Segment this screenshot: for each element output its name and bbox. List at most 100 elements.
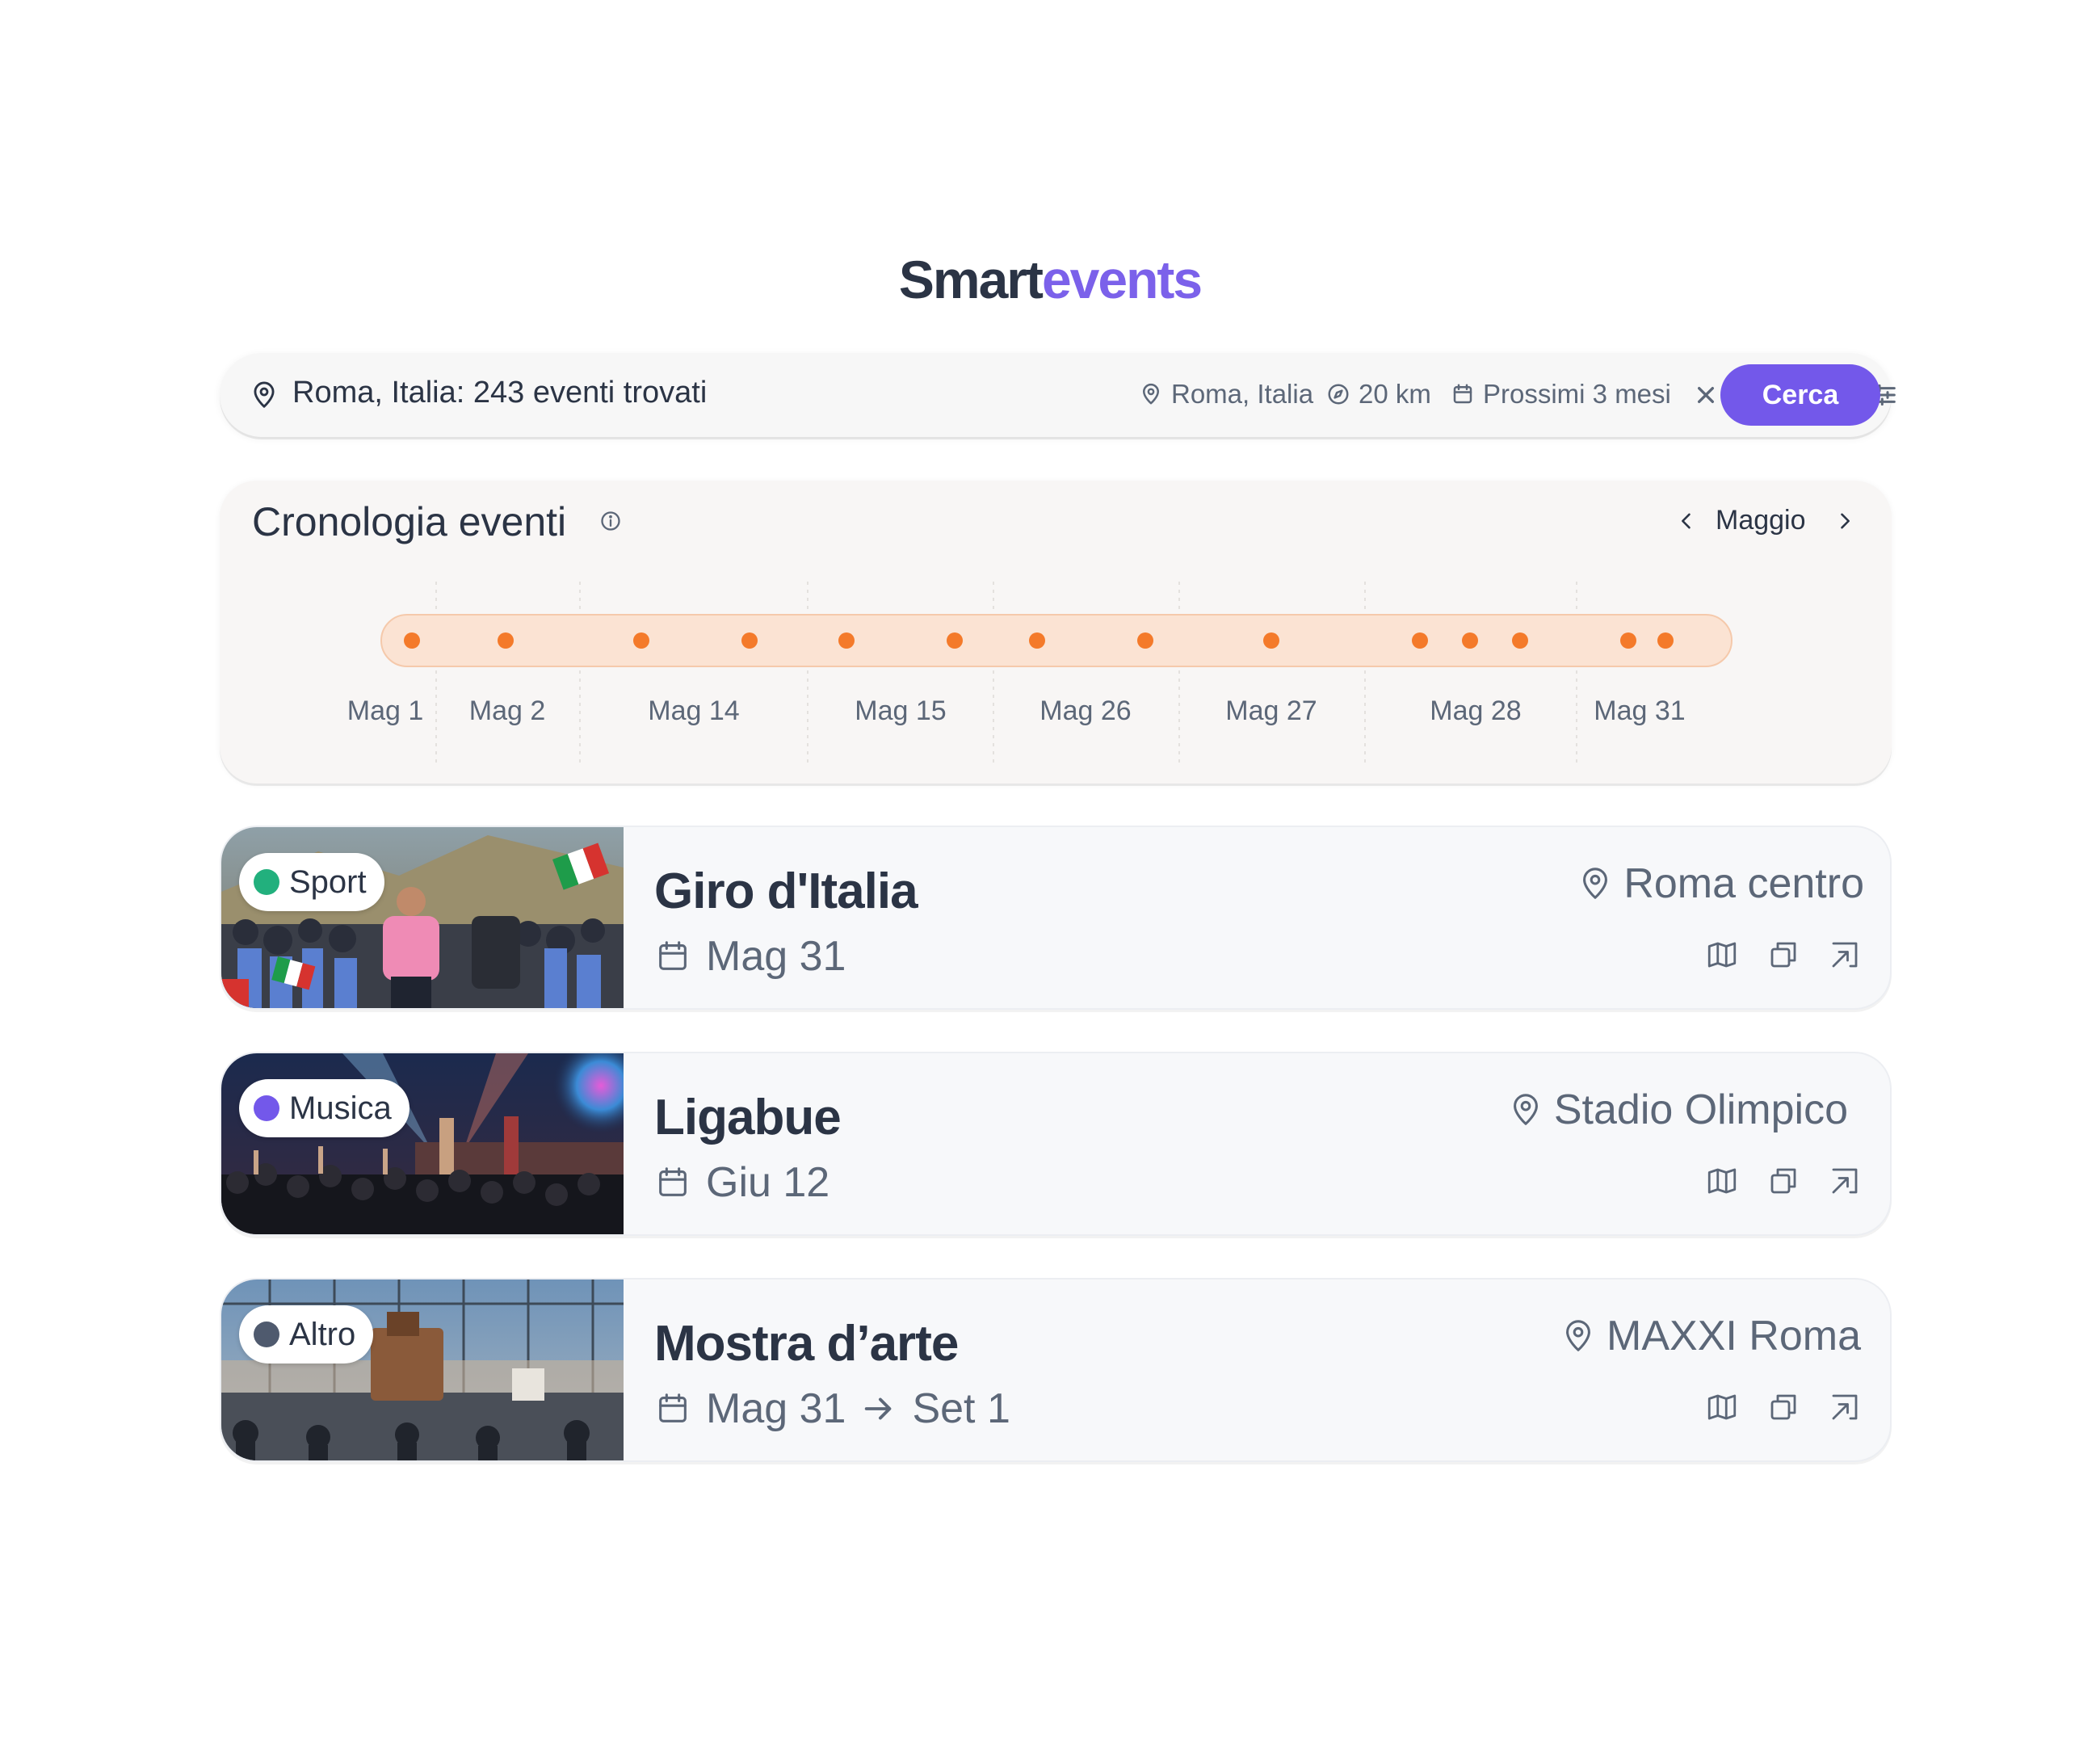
event-date: Mag 31 Set 1 xyxy=(654,1385,1010,1433)
timeline-event-dot[interactable] xyxy=(838,632,855,649)
open-external-icon xyxy=(1832,1394,1858,1420)
event-end-date-label: Set 1 xyxy=(912,1385,1010,1432)
category-badge: Altro xyxy=(239,1305,374,1364)
copy-icon xyxy=(1770,1394,1796,1420)
event-date-label: Giu 12 xyxy=(706,1159,830,1206)
timeline-date-label: Mag 1 xyxy=(347,695,424,726)
event-date: Giu 12 xyxy=(654,1158,830,1207)
event-title[interactable]: Ligabue xyxy=(654,1089,842,1146)
filter-period-chip[interactable]: Prossimi 3 mesi xyxy=(1451,379,1671,410)
event-card[interactable]: Musica Ligabue Giu 12 Stadio Olimpico xyxy=(220,1052,1892,1236)
event-date: Mag 31 xyxy=(654,932,846,981)
timeline-event-dot[interactable] xyxy=(1657,632,1674,649)
timeline-event-dot[interactable] xyxy=(1412,632,1428,649)
map-icon xyxy=(1707,1168,1737,1194)
location-pin-icon xyxy=(254,381,275,408)
timeline-title: Cronologia eventi xyxy=(252,499,567,544)
timeline-event-dot[interactable] xyxy=(741,632,758,649)
category-label: Sport xyxy=(289,863,367,900)
show-on-map-button[interactable] xyxy=(1704,1163,1740,1199)
timeline-event-dot[interactable] xyxy=(404,632,420,649)
timeline-date-label: Mag 31 xyxy=(1594,695,1685,726)
copy-icon xyxy=(1770,1168,1796,1194)
previous-month-button[interactable] xyxy=(1670,505,1703,537)
event-location-label: MAXXI Roma xyxy=(1606,1313,1861,1359)
category-badge: Musica xyxy=(239,1079,410,1137)
search-result-summary: Roma, Italia: 243 eventi trovati xyxy=(292,376,708,410)
timeline-gridlines xyxy=(435,582,1577,763)
timeline-event-dot[interactable] xyxy=(1512,632,1528,649)
timeline-date-label: Mag 14 xyxy=(648,695,739,726)
show-on-map-button[interactable] xyxy=(1704,1389,1740,1425)
info-icon[interactable] xyxy=(599,510,622,532)
compass-icon xyxy=(1328,384,1349,405)
map-icon xyxy=(1707,942,1737,968)
open-event-button[interactable] xyxy=(1827,937,1863,973)
calendar-icon xyxy=(659,941,687,970)
event-location[interactable]: MAXXI Roma xyxy=(1560,1312,1861,1360)
location-pin-icon xyxy=(1143,383,1159,405)
copy-icon xyxy=(1770,942,1796,968)
filter-radius-chip[interactable]: 20 km xyxy=(1326,379,1431,410)
location-pin-icon xyxy=(1583,868,1608,899)
timeline-event-dot[interactable] xyxy=(1263,632,1279,649)
timeline-band xyxy=(380,614,1732,667)
timeline-event-dot[interactable] xyxy=(633,632,649,649)
timeline-date-label: Mag 27 xyxy=(1225,695,1317,726)
filter-radius-label: 20 km xyxy=(1359,379,1431,409)
category-label: Musica xyxy=(289,1090,392,1126)
open-event-button[interactable] xyxy=(1827,1389,1863,1425)
timeline-date-label: Mag 26 xyxy=(1040,695,1131,726)
open-event-button[interactable] xyxy=(1827,1163,1863,1199)
logo-part-events: events xyxy=(1041,250,1203,309)
event-title[interactable]: Mostra d’arte xyxy=(654,1315,959,1372)
timeline-event-dot[interactable] xyxy=(947,632,963,649)
event-card[interactable]: Altro Mostra d’arte Mag 31 Set 1 MAXXI R… xyxy=(220,1278,1892,1462)
event-card[interactable]: Sport Giro d'Italia Mag 31 Roma centro xyxy=(220,826,1892,1010)
timeline-date-labels: Mag 1 Mag 2 Mag 14 Mag 15 Mag 26 Mag 27 … xyxy=(347,695,1686,726)
location-pin-icon xyxy=(1566,1320,1590,1351)
timeline-card: Mag 1 Mag 2 Mag 14 Mag 15 Mag 26 Mag 27 … xyxy=(220,481,1892,784)
clear-filters-button[interactable] xyxy=(1686,376,1725,414)
open-external-icon xyxy=(1832,942,1858,968)
calendar-icon xyxy=(1453,384,1472,404)
category-badge: Sport xyxy=(239,853,384,911)
timeline-event-dot[interactable] xyxy=(498,632,514,649)
timeline-event-dot[interactable] xyxy=(1462,632,1478,649)
event-title[interactable]: Giro d'Italia xyxy=(654,863,918,920)
search-button[interactable]: Cerca xyxy=(1720,364,1880,426)
search-bar: Roma, Italia: 243 eventi trovati Roma, I… xyxy=(220,353,1896,437)
show-on-map-button[interactable] xyxy=(1704,937,1740,973)
copy-button[interactable] xyxy=(1766,937,1801,973)
category-dot xyxy=(254,1322,279,1347)
event-actions xyxy=(1704,1163,1863,1199)
location-pin-icon xyxy=(1513,1094,1538,1125)
open-external-icon xyxy=(1832,1168,1858,1194)
event-actions xyxy=(1704,1389,1863,1425)
timeline-date-label: Mag 15 xyxy=(855,695,946,726)
filter-location-label: Roma, Italia xyxy=(1171,379,1314,409)
page: Smartevents Roma, Italia: 243 eventi tro… xyxy=(0,0,2100,1748)
chevron-left-icon xyxy=(1682,513,1690,529)
calendar-icon xyxy=(659,1167,687,1196)
event-location-label: Stadio Olimpico xyxy=(1553,1086,1848,1133)
event-date-label: Mag 31 xyxy=(706,1385,846,1432)
close-icon xyxy=(1698,387,1714,403)
chevron-right-icon xyxy=(1841,513,1850,529)
event-location[interactable]: Stadio Olimpico xyxy=(1507,1086,1848,1134)
logo-part-smart: Smart xyxy=(898,250,1044,309)
copy-button[interactable] xyxy=(1766,1163,1801,1199)
copy-button[interactable] xyxy=(1766,1389,1801,1425)
category-dot xyxy=(254,1095,279,1121)
app-logo: Smartevents xyxy=(0,249,2100,310)
timeline-event-dot[interactable] xyxy=(1029,632,1045,649)
timeline-event-dot[interactable] xyxy=(1137,632,1153,649)
category-label: Altro xyxy=(289,1316,356,1352)
category-dot xyxy=(254,869,279,895)
event-location[interactable]: Roma centro xyxy=(1577,859,1864,908)
timeline-date-label: Mag 28 xyxy=(1430,695,1521,726)
next-month-button[interactable] xyxy=(1829,505,1861,537)
filter-period-label: Prossimi 3 mesi xyxy=(1483,379,1671,409)
filter-location-chip[interactable]: Roma, Italia xyxy=(1139,379,1313,410)
timeline-event-dot[interactable] xyxy=(1620,632,1636,649)
